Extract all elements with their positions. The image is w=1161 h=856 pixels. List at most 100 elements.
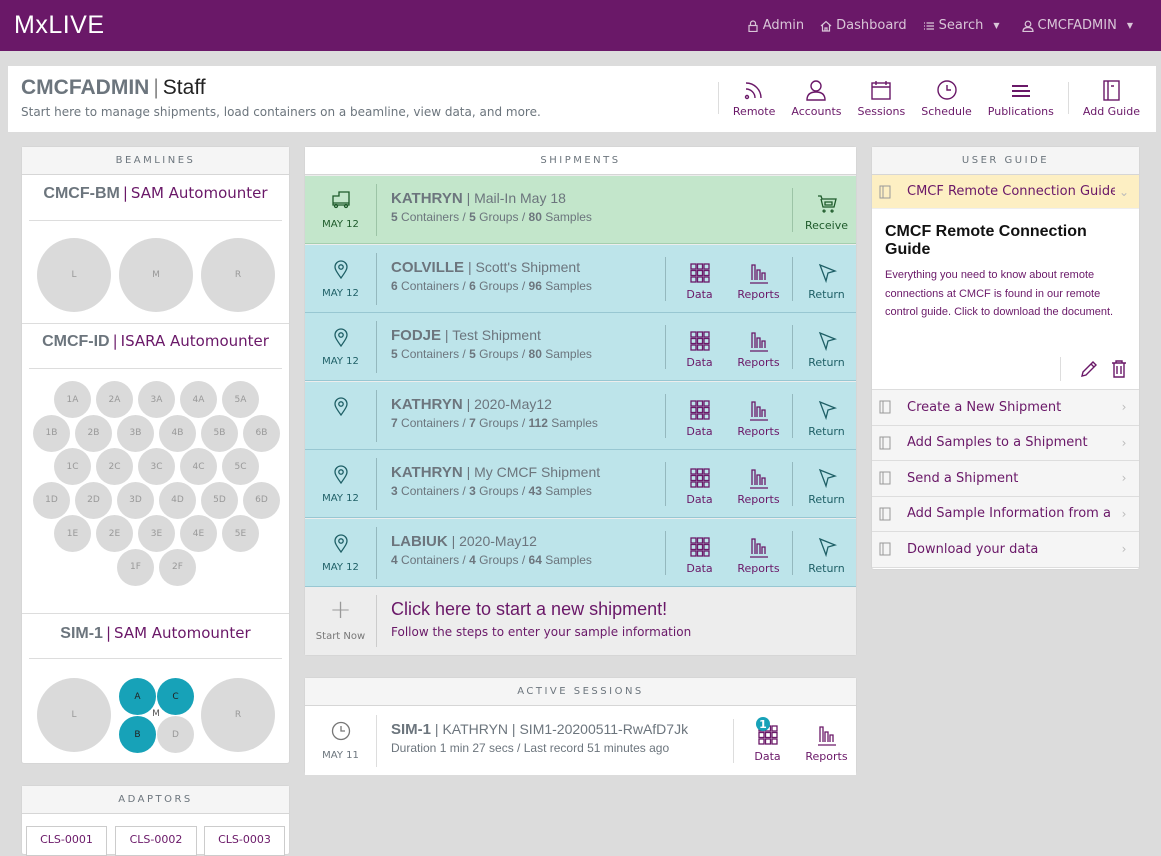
return-button[interactable]: Return	[797, 462, 856, 506]
reports-button[interactable]: Reports	[729, 462, 788, 506]
beamline-name[interactable]: CMCF-BM	[43, 185, 119, 202]
shipment-name[interactable]: Mail-In May 18	[474, 190, 566, 206]
guide-item[interactable]: Add Sample Information from a ... ›	[872, 496, 1139, 532]
data-button[interactable]: Data	[670, 462, 729, 506]
shipment-name[interactable]: Scott's Shipment	[475, 259, 580, 275]
reports-button[interactable]: Reports	[729, 257, 788, 301]
port-2A[interactable]: 2A	[96, 381, 133, 418]
port-3E[interactable]: 3E	[138, 515, 175, 552]
port-5E[interactable]: 5E	[222, 515, 259, 552]
data-button[interactable]: Data	[670, 257, 729, 301]
beamline-name[interactable]: CMCF-ID	[42, 333, 110, 350]
port-D[interactable]: D	[157, 716, 194, 753]
port-B[interactable]: B	[119, 716, 156, 753]
adaptor-item[interactable]: CLS-0002	[115, 826, 197, 856]
return-button[interactable]: Return	[797, 531, 856, 575]
brand-logo[interactable]: MxLIVE	[14, 11, 105, 40]
port-5C[interactable]: 5C	[222, 448, 259, 485]
port-6D[interactable]: 6D	[243, 481, 280, 519]
shipment-row[interactable]: MAY 12 FODJE | Test Shipment 5 Containers …	[305, 313, 856, 381]
return-button[interactable]: Return	[797, 325, 856, 369]
port-4D[interactable]: 4D	[159, 481, 196, 519]
nav-admin[interactable]: Admin	[747, 18, 804, 33]
new-shipment-button[interactable]: + Start Now Click here to start a new sh…	[305, 587, 856, 655]
port-1A[interactable]: 1A	[54, 381, 91, 418]
port-1F[interactable]: 1F	[117, 548, 154, 586]
shipment-row[interactable]: MAY 12 COLVILLE | Scott's Shipment 6 Conta…	[305, 244, 856, 313]
port-2E[interactable]: 2E	[96, 515, 133, 552]
port-5D[interactable]: 5D	[201, 481, 238, 519]
shipment-name[interactable]: 2020-May12	[459, 533, 537, 549]
guide-item-active[interactable]: CMCF Remote Connection Guide ⌄	[872, 175, 1139, 209]
data-button[interactable]: Data	[670, 531, 729, 575]
session-row[interactable]: MAY 11 SIM-1 | KATHRYN | SIM1-20200511-R…	[305, 707, 856, 775]
nav-dashboard[interactable]: Dashboard	[820, 18, 907, 33]
port-4A[interactable]: 4A	[180, 381, 217, 418]
adaptor-item[interactable]: CLS-0001	[26, 826, 107, 856]
shipment-row[interactable]: MAY 12 KATHRYN | Mail-In May 18 5 Containe…	[305, 176, 856, 244]
reports-button[interactable]: Reports	[729, 394, 788, 438]
port-M[interactable]: M	[119, 238, 193, 312]
toolbar-publications-button[interactable]: Publications	[980, 78, 1062, 118]
port-2C[interactable]: 2C	[96, 448, 133, 485]
return-button[interactable]: Return	[797, 257, 856, 301]
port-2D[interactable]: 2D	[75, 481, 112, 519]
bar-chart-icon	[749, 332, 768, 352]
shipment-name[interactable]: My CMCF Shipment	[474, 464, 600, 480]
adaptor-item[interactable]: CLS-0003	[204, 826, 285, 856]
shipment-row[interactable]: MAY 12 KATHRYN | My CMCF Shipment 3 Contai…	[305, 450, 856, 518]
chevron-right-icon: ›	[1121, 435, 1127, 450]
port-5A[interactable]: 5A	[222, 381, 259, 418]
port-4E[interactable]: 4E	[180, 515, 217, 552]
port-1B[interactable]: 1B	[33, 414, 70, 452]
port-4B[interactable]: 4B	[159, 414, 196, 452]
guide-item[interactable]: Download your data ›	[872, 532, 1139, 568]
beamline-name[interactable]: SIM-1	[60, 625, 103, 642]
guide-item[interactable]: Add Samples to a Shipment ›	[872, 425, 1139, 461]
port-R[interactable]: R	[201, 238, 275, 312]
shipment-row[interactable]: KATHRYN | 2020-May12 7 Containers / 7 Gro…	[305, 381, 856, 450]
port-3D[interactable]: 3D	[117, 481, 154, 519]
guide-detail-body[interactable]: Everything you need to know about remote…	[885, 266, 1126, 322]
port-1C[interactable]: 1C	[54, 448, 91, 485]
port-L[interactable]: L	[37, 678, 111, 752]
data-button[interactable]: Data	[670, 394, 729, 438]
beamline-device[interactable]: ISARA Automounter	[121, 332, 269, 350]
reports-button[interactable]: Reports	[729, 531, 788, 575]
port-3A[interactable]: 3A	[138, 381, 175, 418]
return-button[interactable]: Return	[797, 394, 856, 438]
port-6B[interactable]: 6B	[243, 414, 280, 452]
data-button[interactable]: Data	[670, 325, 729, 369]
port-1D[interactable]: 1D	[33, 481, 70, 519]
port-1E[interactable]: 1E	[54, 515, 91, 552]
toolbar-remote-button[interactable]: Remote	[725, 78, 783, 118]
nav-user[interactable]: CMCFADMIN ▼	[1021, 18, 1133, 33]
port-R[interactable]: R	[201, 678, 275, 752]
shipment-row[interactable]: MAY 12 LABIUK | 2020-May12 4 Containers / …	[305, 518, 856, 587]
shipment-name[interactable]: 2020-May12	[474, 396, 552, 412]
port-3B[interactable]: 3B	[117, 414, 154, 452]
guide-item[interactable]: Create a New Shipment ›	[872, 390, 1139, 426]
port-C[interactable]: C	[157, 678, 194, 715]
toolbar-schedule-button[interactable]: Schedule	[913, 78, 980, 118]
guide-item[interactable]: Send a Shipment ›	[872, 461, 1139, 497]
trash-icon[interactable]	[1109, 359, 1129, 379]
port-2F[interactable]: 2F	[159, 548, 196, 586]
port-L[interactable]: L	[37, 238, 111, 312]
beamline-device[interactable]: SAM Automounter	[131, 184, 268, 202]
nav-search[interactable]: Search ▼	[923, 18, 1000, 33]
session-data-button[interactable]: 1 Data	[738, 717, 797, 763]
toolbar-accounts-button[interactable]: Accounts	[783, 78, 849, 118]
toolbar-add-guide-button[interactable]: Add Guide	[1075, 78, 1148, 118]
port-4C[interactable]: 4C	[180, 448, 217, 485]
toolbar-sessions-button[interactable]: Sessions	[850, 78, 914, 118]
port-5B[interactable]: 5B	[201, 414, 238, 452]
shipment-name[interactable]: Test Shipment	[452, 327, 541, 343]
pencil-icon[interactable]	[1079, 359, 1099, 379]
beamline-device[interactable]: SAM Automounter	[114, 624, 251, 642]
port-2B[interactable]: 2B	[75, 414, 112, 452]
port-3C[interactable]: 3C	[138, 448, 175, 485]
receive-button[interactable]: Receive	[797, 188, 856, 232]
reports-button[interactable]: Reports	[729, 325, 788, 369]
session-reports-button[interactable]: Reports	[797, 719, 856, 763]
